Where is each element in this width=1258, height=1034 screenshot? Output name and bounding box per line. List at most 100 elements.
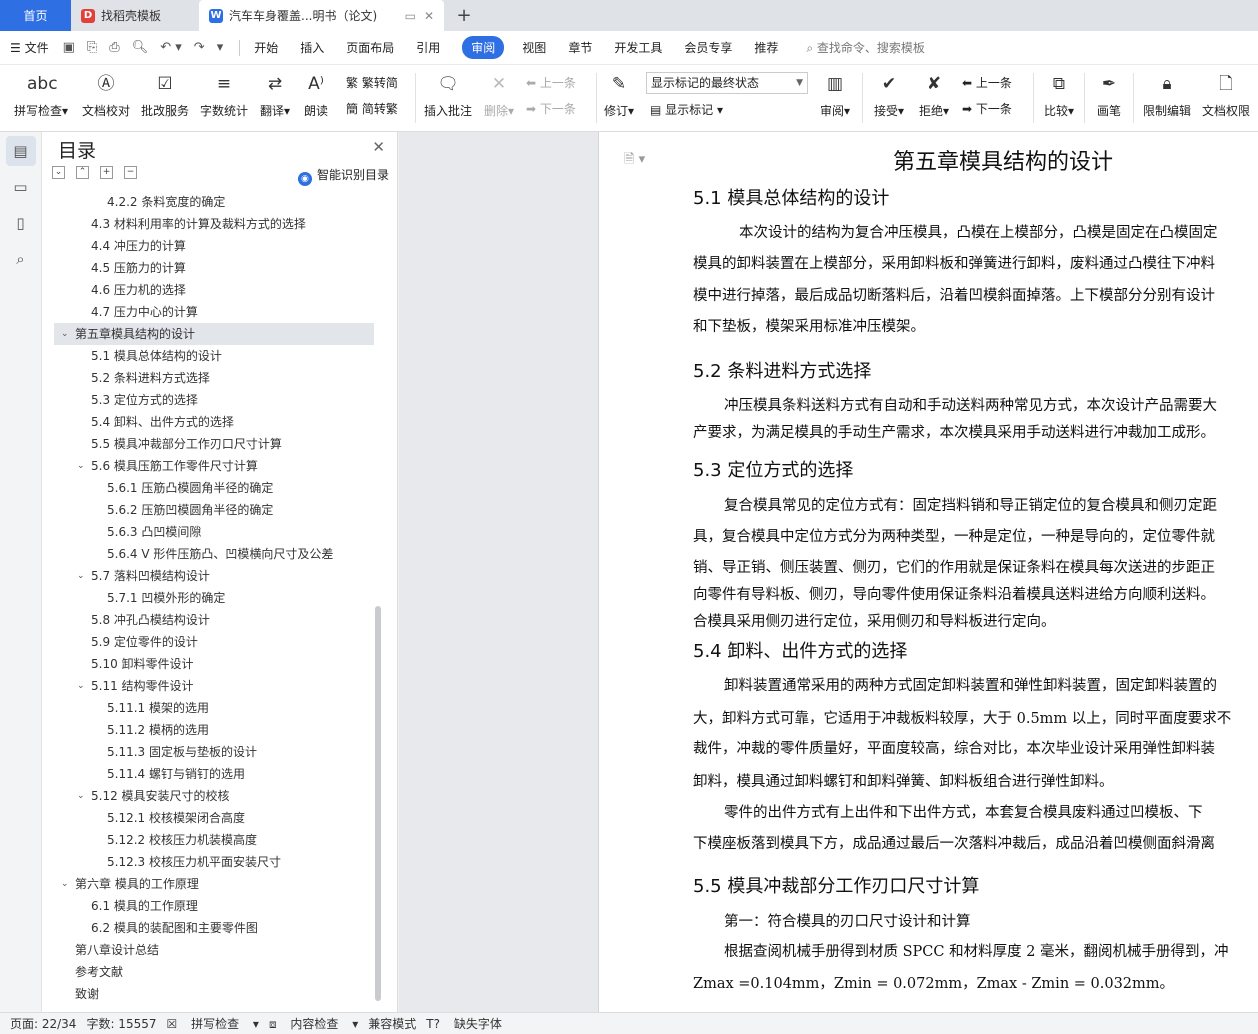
next-change-button[interactable]: ➡ 下一条 (962, 100, 1012, 117)
toc-item[interactable]: 5.6.4 V 形件压筋凸、凹模横向尺寸及公差 (42, 543, 382, 565)
print-preview-icon[interactable]: 🔍︎ (132, 40, 149, 55)
insert-comment-button[interactable]: 🗨︎ 插入批注 (422, 71, 474, 119)
doc-permission-button[interactable]: 🗋︎ 文档权限 (1199, 71, 1253, 119)
add-heading-icon[interactable]: + (100, 166, 113, 179)
close-icon[interactable]: ✕ (424, 9, 434, 23)
tab-document[interactable]: W 汽车车身覆盖...明书（论文) ▭ ✕ (199, 0, 444, 31)
remove-heading-icon[interactable]: − (124, 166, 137, 179)
status-content-check[interactable]: ⧈ 内容检查 ▾ (269, 1015, 358, 1032)
bookmark-icon[interactable]: ▯ (6, 208, 36, 238)
chevron-down-icon[interactable]: ⌄ (77, 785, 85, 807)
chevron-down-icon[interactable]: ⌄ (77, 565, 85, 587)
toc-item[interactable]: 4.2.2 条料宽度的确定 (42, 191, 382, 213)
tab-template[interactable]: D 找稻壳模板 (71, 0, 199, 31)
toc-item[interactable]: 5.9 定位零件的设计 (42, 631, 382, 653)
simp-to-trad-button[interactable]: 簡 简转繁 (346, 100, 398, 117)
menu-recommend[interactable]: 推荐 (754, 39, 778, 56)
toc-item[interactable]: 5.11.1 模架的选用 (42, 697, 382, 719)
revise-button[interactable]: ✎ 修订▾ (601, 71, 637, 119)
missing-font[interactable]: T? 缺失字体 (426, 1015, 512, 1032)
toc-item[interactable]: 5.3 定位方式的选择 (42, 389, 382, 411)
toc-panel-icon[interactable]: ▤ (5, 136, 36, 166)
new-tab-button[interactable]: + (444, 0, 484, 31)
toc-item[interactable]: ⌄ 5.7 落料凹模结构设计 (42, 565, 382, 587)
batch-service-button[interactable]: ☑ 批改服务 (139, 71, 191, 119)
restrict-edit-button[interactable]: 🔒︎ 限制编辑 (1140, 71, 1194, 119)
read-aloud-button[interactable]: A⁾ 朗读 (300, 71, 332, 119)
tab-home[interactable]: 首页 (0, 0, 71, 31)
word-count-button[interactable]: ≡ 字数统计 (198, 71, 250, 119)
toc-item[interactable]: 4.7 压力中心的计算 (42, 301, 382, 323)
toc-item[interactable]: 6.2 模具的装配图和主要零件图 (42, 917, 382, 939)
redo-icon[interactable]: ↷ (194, 40, 205, 55)
toc-item[interactable]: 5.12.2 校核压力机装模高度 (42, 829, 382, 851)
compare-button[interactable]: ⧉ 比较▾ (1040, 71, 1078, 119)
menu-review[interactable]: 审阅 (462, 36, 505, 59)
toc-item[interactable]: 5.6.2 压筋凹模圆角半径的确定 (42, 499, 382, 521)
expand-all-icon[interactable]: ⌄ (52, 166, 65, 179)
prev-comment-button[interactable]: ⬅ 上一条 (526, 74, 576, 91)
toc-item[interactable]: 5.11.3 固定板与垫板的设计 (42, 741, 382, 763)
command-search[interactable]: ⌕ 查找命令、搜索模板 (806, 39, 925, 56)
toc-item[interactable]: 4.5 压筋力的计算 (42, 257, 382, 279)
toc-item[interactable]: 6.1 模具的工作原理 (42, 895, 382, 917)
window-icon[interactable]: ▭ (405, 9, 416, 23)
menu-start[interactable]: 开始 (254, 39, 278, 56)
toc-item[interactable]: ⌄ 第六章 模具的工作原理 (42, 873, 382, 895)
toc-item[interactable]: 5.1 模具总体结构的设计 (42, 345, 382, 367)
toc-item[interactable]: 5.8 冲孔凸模结构设计 (42, 609, 382, 631)
trad-to-simp-button[interactable]: 繁 繁转简 (346, 74, 398, 91)
print-icon[interactable]: ⎙ (109, 40, 119, 55)
spell-check-button[interactable]: abc 拼写检查▾ (10, 71, 72, 119)
reject-button[interactable]: ✘ 拒绝▾ (914, 71, 954, 119)
toc-item[interactable]: 5.10 卸料零件设计 (42, 653, 382, 675)
toc-item[interactable]: 4.3 材料利用率的计算及裁料方式的选择 (42, 213, 382, 235)
toc-item[interactable]: 5.5 模具冲裁部分工作刃口尺寸计算 (42, 433, 382, 455)
prev-change-button[interactable]: ⬅ 上一条 (962, 74, 1012, 91)
compat-mode[interactable]: 兼容模式 (368, 1015, 416, 1032)
search-icon[interactable]: ⌕ (6, 244, 36, 274)
collapse-all-icon[interactable]: ⌃ (76, 166, 89, 179)
undo-icon[interactable]: ↶ ▾ (160, 40, 182, 55)
close-icon[interactable]: ✕ (372, 138, 385, 156)
next-comment-button[interactable]: ➡ 下一条 (526, 100, 576, 117)
toc-item[interactable]: ⌄ 5.6 模具压筋工作零件尺寸计算 (42, 455, 382, 477)
page-indicator[interactable]: 页面: 22/34 (10, 1015, 76, 1032)
menu-member[interactable]: 会员专享 (684, 39, 732, 56)
toc-item[interactable]: 5.6.1 压筋凸模圆角半径的确定 (42, 477, 382, 499)
export-pdf-icon[interactable]: ⎘ (87, 40, 97, 55)
menu-reference[interactable]: 引用 (416, 39, 440, 56)
menu-section[interactable]: 章节 (568, 39, 592, 56)
toc-item[interactable]: 5.6.3 凸凹模间隙 (42, 521, 382, 543)
chevron-down-icon[interactable]: ⌄ (61, 323, 69, 345)
toc-item[interactable]: 5.12.3 校核压力机平面安装尺寸 (42, 851, 382, 873)
save-icon[interactable]: ▣ (63, 40, 75, 55)
toc-item[interactable]: 5.2 条料进料方式选择 (42, 367, 382, 389)
toc-item[interactable]: 第八章设计总结 (42, 939, 382, 961)
toc-item[interactable]: 5.7.1 凹模外形的确定 (42, 587, 382, 609)
translate-button[interactable]: ⇄ 翻译▾ (256, 71, 294, 119)
accept-button[interactable]: ✔ 接受▾ (869, 71, 909, 119)
chevron-down-icon[interactable]: ⌄ (77, 675, 85, 697)
pen-button[interactable]: ✒ 画笔 (1092, 71, 1126, 119)
menu-insert[interactable]: 插入 (300, 39, 324, 56)
menu-developer[interactable]: 开发工具 (614, 39, 662, 56)
show-markup-button[interactable]: ▤ 显示标记 ▾ (650, 101, 723, 118)
toc-item[interactable]: 5.11.2 模柄的选用 (42, 719, 382, 741)
markup-mode-select[interactable]: 显示标记的最终状态 ▼ (646, 72, 808, 94)
menu-view[interactable]: 视图 (522, 39, 546, 56)
delete-comment-button[interactable]: ✕ 删除▾ (481, 71, 517, 119)
toc-item[interactable]: ⌄ 5.11 结构零件设计 (42, 675, 382, 697)
customize-icon[interactable]: ▾ (217, 40, 224, 55)
smart-toc-button[interactable]: ◉ 智能识别目录 (297, 166, 389, 186)
chevron-down-icon[interactable]: ⌄ (77, 455, 85, 477)
status-spell-check[interactable]: ☒ 拼写检查 ▾ (167, 1015, 259, 1032)
toc-item[interactable]: 4.4 冲压力的计算 (42, 235, 382, 257)
toc-item[interactable]: 5.12.1 校核模架闭合高度 (42, 807, 382, 829)
toc-item[interactable]: 4.6 压力机的选择 (42, 279, 382, 301)
menu-layout[interactable]: 页面布局 (346, 39, 394, 56)
file-menu[interactable]: ☰ 文件 (10, 39, 49, 56)
review-pane-button[interactable]: ▥ 审阅▾ (815, 71, 855, 119)
toc-item[interactable]: 参考文献 (42, 961, 382, 983)
toc-item[interactable]: 5.4 卸料、出件方式的选择 (42, 411, 382, 433)
